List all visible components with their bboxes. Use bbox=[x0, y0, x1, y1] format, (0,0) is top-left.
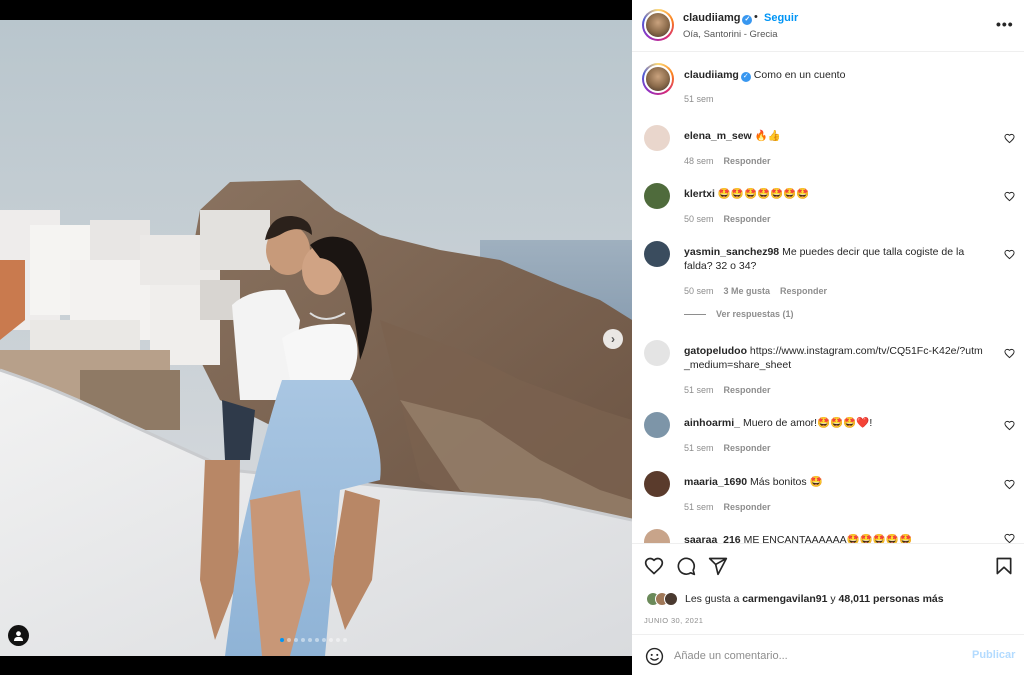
heart-icon[interactable] bbox=[1004, 133, 1015, 144]
avatar[interactable] bbox=[644, 340, 670, 366]
santorini-couple-photo bbox=[0, 20, 632, 656]
comments-list: claudiiamg ✓ Como en un cuento 51 sem ele… bbox=[632, 53, 1024, 543]
comment-text: Más bonitos 🤩 bbox=[749, 476, 823, 488]
next-photo-button[interactable]: › bbox=[603, 329, 623, 349]
comment-time[interactable]: 50 sem bbox=[684, 286, 714, 296]
comment-composer: Publicar bbox=[632, 634, 1024, 675]
comment-icon[interactable] bbox=[676, 556, 696, 576]
comment-time[interactable]: 48 sem bbox=[684, 156, 714, 166]
caption-time[interactable]: 51 sem bbox=[684, 94, 714, 104]
view-replies-button[interactable]: Ver respuestas (1) bbox=[684, 309, 794, 319]
avatar[interactable] bbox=[642, 63, 674, 95]
comment-username[interactable]: maaria_1690 bbox=[684, 476, 747, 488]
carousel-dot bbox=[322, 638, 326, 642]
carousel-dots bbox=[280, 638, 347, 642]
verified-icon: ✓ bbox=[742, 15, 753, 25]
liker-username[interactable]: carmengavilan91 bbox=[742, 593, 827, 605]
likes-summary: Les gusta a carmengavilan91 y 48,011 per… bbox=[646, 592, 944, 606]
verified-icon: ✓ bbox=[740, 72, 751, 82]
carousel-dot bbox=[329, 638, 333, 642]
chevron-right-icon: › bbox=[611, 332, 615, 346]
user-tag-icon bbox=[13, 631, 24, 641]
heart-icon[interactable] bbox=[1004, 249, 1015, 260]
comment-time[interactable]: 51 sem bbox=[684, 385, 714, 395]
carousel-dot bbox=[301, 638, 305, 642]
publish-button[interactable]: Publicar bbox=[972, 649, 1015, 661]
comment-time[interactable]: 50 sem bbox=[684, 214, 714, 224]
separator-dot: • bbox=[754, 11, 758, 23]
avatar[interactable] bbox=[664, 592, 678, 606]
avatar[interactable] bbox=[644, 529, 670, 543]
bookmark-icon[interactable] bbox=[994, 556, 1014, 576]
likes-middle: y bbox=[830, 593, 836, 605]
comment-time[interactable]: 51 sem bbox=[684, 502, 714, 512]
carousel-dot bbox=[308, 638, 312, 642]
carousel-dot bbox=[315, 638, 319, 642]
comment-username[interactable]: saaraa_216 bbox=[684, 534, 741, 543]
likes-prefix: Les gusta a bbox=[685, 593, 740, 605]
carousel-dot bbox=[287, 638, 291, 642]
comment-text: 🔥👍 bbox=[754, 130, 781, 142]
comment-username[interactable]: yasmin_sanchez98 bbox=[684, 246, 779, 258]
reply-button[interactable]: Responder bbox=[724, 385, 771, 395]
heart-icon[interactable] bbox=[1004, 420, 1015, 431]
carousel-dot bbox=[280, 638, 284, 642]
reply-button[interactable]: Responder bbox=[724, 443, 771, 453]
comment-username[interactable]: klertxi bbox=[684, 188, 715, 200]
post-panel: claudiiamg ✓ • Seguir Oía, Santorini - Gr… bbox=[632, 0, 1024, 675]
heart-icon[interactable] bbox=[1004, 191, 1015, 202]
comment-time[interactable]: 51 sem bbox=[684, 443, 714, 453]
avatar[interactable] bbox=[642, 9, 674, 41]
author-username[interactable]: claudiiamg ✓ bbox=[683, 12, 753, 25]
comment-input[interactable] bbox=[674, 645, 954, 667]
reply-button[interactable]: Responder bbox=[780, 286, 827, 296]
follow-button[interactable]: Seguir bbox=[764, 12, 798, 24]
avatar[interactable] bbox=[644, 183, 670, 209]
heart-icon[interactable] bbox=[1004, 348, 1015, 359]
comment-username[interactable]: ainhoarmi_ bbox=[684, 417, 740, 429]
caption-text: Como en un cuento bbox=[753, 69, 846, 81]
comment-text: 🤩🤩🤩🤩🤩🤩🤩 bbox=[717, 188, 810, 200]
post-header: claudiiamg ✓ • Seguir Oía, Santorini - Gr… bbox=[632, 0, 1024, 52]
avatar[interactable] bbox=[644, 471, 670, 497]
reply-button[interactable]: Responder bbox=[724, 502, 771, 512]
heart-icon[interactable] bbox=[1004, 533, 1015, 543]
actions-bar: Les gusta a carmengavilan91 y 48,011 per… bbox=[632, 543, 1024, 633]
emoji-icon[interactable] bbox=[645, 647, 664, 666]
share-icon[interactable] bbox=[708, 556, 728, 576]
reply-button[interactable]: Responder bbox=[724, 214, 771, 224]
comment-text: Muero de amor!🤩🤩🤩❤️! bbox=[742, 417, 873, 429]
avatar[interactable] bbox=[644, 412, 670, 438]
more-options-icon[interactable]: ••• bbox=[996, 16, 1014, 32]
avatar[interactable] bbox=[644, 241, 670, 267]
carousel-dot bbox=[343, 638, 347, 642]
heart-icon[interactable] bbox=[644, 556, 664, 576]
carousel-dot bbox=[294, 638, 298, 642]
user-tag-button[interactable] bbox=[8, 625, 29, 646]
comment-text: ME ENCANTAAAAAA🤩🤩🤩🤩🤩 bbox=[743, 534, 913, 543]
post-date[interactable]: JUNIO 30, 2021 bbox=[644, 616, 703, 625]
reply-button[interactable]: Responder bbox=[724, 156, 771, 166]
username-text[interactable]: claudiiamg bbox=[683, 12, 740, 24]
comment-username[interactable]: elena_m_sew bbox=[684, 130, 752, 142]
post-photo[interactable] bbox=[0, 20, 632, 656]
avatar[interactable] bbox=[644, 125, 670, 151]
location-link[interactable]: Oía, Santorini - Grecia bbox=[683, 29, 778, 40]
comment-likes[interactable]: 3 Me gusta bbox=[724, 286, 771, 296]
likes-count[interactable]: 48,011 personas más bbox=[839, 593, 944, 605]
carousel-dot bbox=[336, 638, 340, 642]
caption-username[interactable]: claudiiamg bbox=[684, 69, 739, 81]
photo-pane: › bbox=[0, 0, 632, 675]
heart-icon[interactable] bbox=[1004, 479, 1015, 490]
comment-username[interactable]: gatopeludoo bbox=[684, 345, 747, 357]
